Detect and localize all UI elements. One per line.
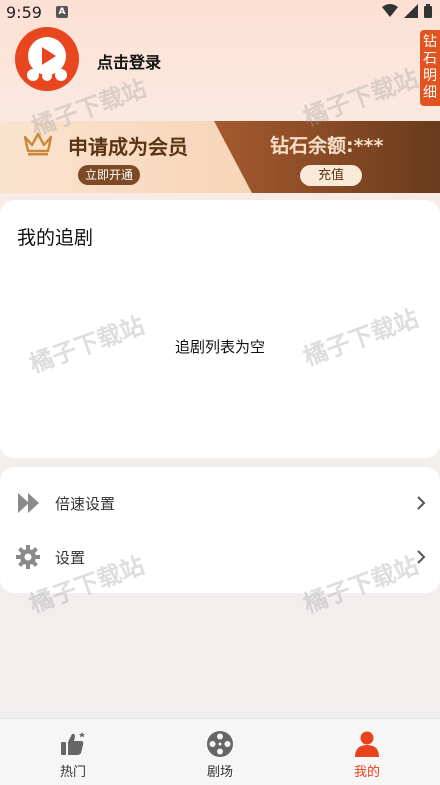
settings-row[interactable]: 设置 (0, 532, 440, 582)
status-indicators (382, 4, 432, 18)
battery-icon (424, 4, 432, 18)
notification-icon: A (56, 6, 68, 18)
wifi-icon (382, 4, 398, 17)
nav-label-theater: 剧场 (206, 765, 233, 780)
settings-label: 设置 (55, 549, 86, 567)
status-bar: 9:59 A (0, 0, 440, 26)
film-reel-icon (207, 731, 233, 757)
person-icon (355, 731, 379, 757)
nav-item-mine[interactable]: 我的 (294, 719, 440, 785)
nav-item-theater[interactable]: 剧场 (147, 719, 293, 785)
speed-icon (18, 493, 39, 513)
login-link[interactable]: 点击登录 (97, 49, 161, 73)
crown-icon (23, 132, 53, 156)
chevron-right-icon (417, 496, 426, 510)
vip-title: 申请成为会员 (68, 135, 188, 159)
thumbs-up-icon (61, 732, 85, 755)
follow-title: 我的追剧 (17, 227, 94, 249)
logo-icon (15, 27, 79, 91)
settings-card: 倍速设置 设置 (0, 467, 440, 593)
nav-label-mine: 我的 (353, 765, 380, 780)
signal-icon (404, 4, 418, 18)
bottom-nav: 热门 剧场 我的 (0, 718, 440, 785)
diamond-detail-button[interactable]: 钻石明细 (420, 30, 440, 106)
recharge-button[interactable]: 充值 (300, 165, 362, 186)
follow-card: 我的追剧 追剧列表为空 (0, 200, 440, 458)
chevron-right-icon (417, 550, 426, 564)
nav-label-hot: 热门 (59, 765, 86, 780)
status-time: 9:59 (6, 3, 42, 22)
follow-empty-text: 追剧列表为空 (174, 338, 265, 356)
open-vip-button[interactable]: 立即开通 (78, 165, 140, 185)
speed-setting-label: 倍速设置 (55, 495, 116, 513)
app-logo-avatar[interactable] (15, 27, 79, 91)
speed-setting-row[interactable]: 倍速设置 (0, 478, 440, 528)
gear-icon (16, 545, 40, 569)
nav-item-hot[interactable]: 热门 (0, 719, 146, 785)
diamond-balance: 钻石余额:*** (270, 135, 384, 157)
